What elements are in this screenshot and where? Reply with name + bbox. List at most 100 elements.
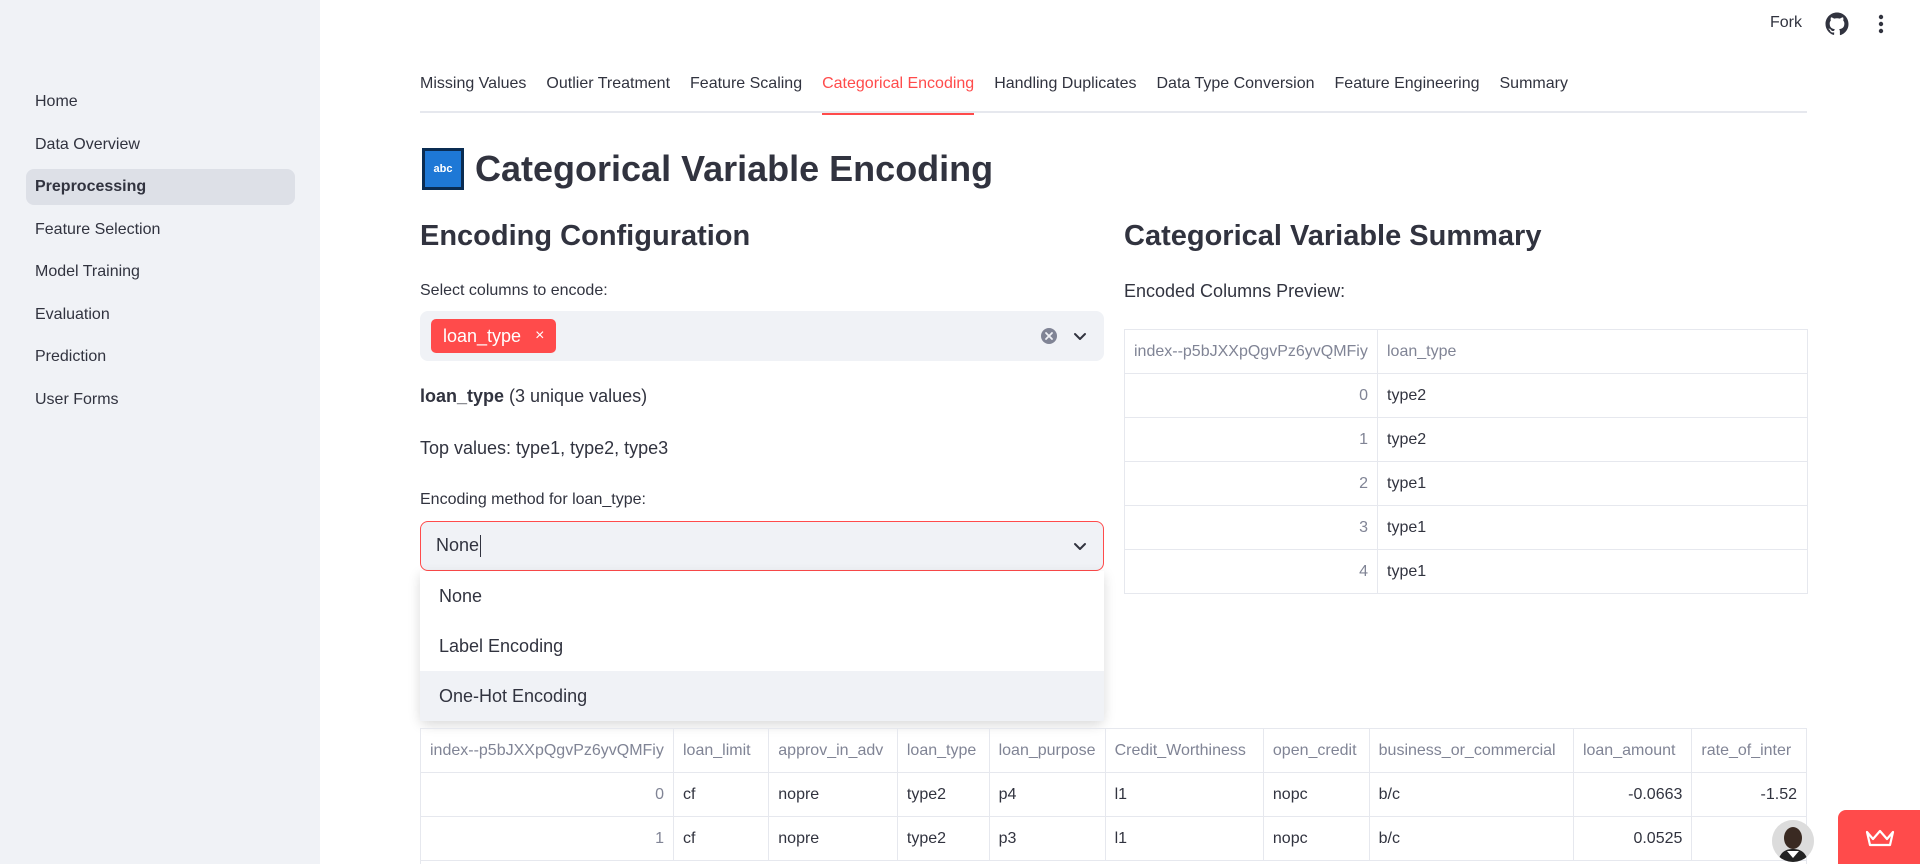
sidebar-item-evaluation[interactable]: Evaluation [26, 297, 295, 333]
encoding-method-select[interactable]: None [420, 521, 1104, 571]
page-title-row: abc Categorical Variable Encoding [422, 148, 993, 190]
column-name: loan_type [420, 386, 505, 406]
chip-label: loan_type [443, 325, 522, 346]
table-cell[interactable]: nopre [768, 772, 898, 817]
tab-categorical-encoding[interactable]: Categorical Encoding [822, 72, 975, 115]
sidebar-item-user-forms[interactable]: User Forms [26, 382, 295, 418]
column-header[interactable]: loan_purpose [988, 728, 1106, 773]
encoded-preview-label: Encoded Columns Preview: [1124, 281, 1346, 301]
table-cell[interactable]: type2 [896, 772, 990, 817]
option-one-hot-encoding[interactable]: One-Hot Encoding [420, 671, 1104, 721]
table-cell[interactable]: l1 [1104, 772, 1264, 817]
table-cell[interactable]: type2 [1377, 373, 1808, 418]
chevron-down-icon[interactable] [1070, 326, 1090, 346]
row-index: 1 [1124, 417, 1378, 462]
streamlit-crown-button[interactable] [1838, 810, 1920, 864]
table-cell[interactable]: cf [672, 772, 770, 817]
column-header[interactable]: approv_in_adv [768, 728, 898, 773]
chip-remove-icon[interactable]: × [535, 327, 544, 345]
table-cell[interactable]: b/c [1368, 772, 1574, 817]
table-cell[interactable]: -1.52 [1691, 772, 1807, 817]
table-cell[interactable]: -0.0663 [1572, 772, 1693, 817]
sidebar-item-data-overview[interactable]: Data Overview [26, 127, 295, 163]
table-cell[interactable]: b/c [1368, 816, 1574, 861]
option-none[interactable]: None [420, 571, 1104, 621]
data-table: index--p5bJXXpQgvPz6yvQMFiy loan_limit a… [420, 728, 1807, 864]
table-cell[interactable]: type2 [1377, 417, 1808, 462]
column-header[interactable]: index--p5bJXXpQgvPz6yvQMFiy [420, 728, 674, 773]
tab-handling-duplicates[interactable]: Handling Duplicates [994, 72, 1136, 113]
table-row: 2 type1 [1124, 461, 1808, 506]
sidebar-item-home[interactable]: Home [26, 84, 295, 120]
column-header[interactable]: business_or_commercial [1368, 728, 1574, 773]
table-cell[interactable]: p4 [988, 772, 1106, 817]
row-index: 0 [1124, 373, 1378, 418]
column-header[interactable]: loan_type [896, 728, 990, 773]
sidebar: Home Data Overview Preprocessing Feature… [0, 0, 320, 864]
row-index: 0 [420, 772, 674, 817]
encoded-preview-table: index--p5bJXXpQgvPz6yvQMFiy loan_type 0t… [1124, 329, 1808, 594]
column-header[interactable]: loan_type [1377, 329, 1808, 374]
unique-values-count: (3 unique values) [504, 386, 648, 406]
tab-missing-values[interactable]: Missing Values [420, 72, 526, 113]
column-header[interactable]: open_credit [1262, 728, 1370, 773]
page-title: Categorical Variable Encoding [475, 148, 994, 189]
avatar[interactable] [1772, 820, 1814, 862]
sidebar-item-model-training[interactable]: Model Training [26, 254, 295, 290]
row-index: 3 [1124, 505, 1378, 550]
table-row: 1 cf nopre type2 p3 l1 nopc b/c 0.0525 [420, 816, 1807, 861]
tab-data-type-conversion[interactable]: Data Type Conversion [1157, 72, 1315, 113]
sidebar-item-prediction[interactable]: Prediction [26, 339, 295, 375]
table-row: 4 type1 [1124, 549, 1808, 594]
select-columns-label: Select columns to encode: [420, 282, 608, 299]
row-index: 4 [1124, 549, 1378, 594]
sidebar-item-feature-selection[interactable]: Feature Selection [26, 212, 295, 248]
chevron-down-icon[interactable] [1070, 536, 1090, 556]
column-header[interactable]: loan_limit [672, 728, 770, 773]
table-cell[interactable]: nopre [768, 816, 898, 861]
table-cell[interactable]: 0.0525 [1572, 816, 1693, 861]
column-info: loan_type (3 unique values) [420, 386, 647, 407]
table-cell[interactable]: type1 [1377, 549, 1808, 594]
table-cell[interactable]: nopc [1262, 772, 1370, 817]
clear-all-icon[interactable] [1040, 327, 1058, 345]
table-cell[interactable]: type2 [896, 816, 990, 861]
selected-column-chip[interactable]: loan_type × [431, 319, 557, 353]
data-table-container[interactable]: index--p5bJXXpQgvPz6yvQMFiy loan_limit a… [420, 728, 1807, 864]
table-row: 1 type2 [1124, 417, 1808, 462]
table-cell[interactable]: l1 [1104, 816, 1264, 861]
table-cell[interactable]: p3 [988, 816, 1106, 861]
column-header[interactable]: loan_amount [1572, 728, 1693, 773]
encoding-method-dropdown: None Label Encoding One-Hot Encoding [420, 571, 1104, 721]
column-header[interactable]: rate_of_inter [1691, 728, 1807, 773]
table-row: 0 cf nopre type2 p4 l1 nopc b/c -0.0663 … [420, 772, 1807, 817]
abc-icon: abc [422, 148, 464, 190]
table-cell[interactable]: nopc [1262, 816, 1370, 861]
table-cell[interactable]: cf [672, 816, 770, 861]
crown-icon [1865, 829, 1895, 847]
person-icon [1772, 820, 1814, 862]
row-index: 1 [420, 816, 674, 861]
option-label-encoding[interactable]: Label Encoding [420, 621, 1104, 671]
kebab-menu-icon[interactable] [1871, 12, 1891, 36]
tab-bar: Missing Values Outlier Treatment Feature… [420, 72, 1807, 115]
row-index: 2 [1124, 461, 1378, 506]
sidebar-item-preprocessing[interactable]: Preprocessing [26, 169, 295, 205]
fork-button[interactable]: Fork [1770, 14, 1802, 32]
tab-feature-engineering[interactable]: Feature Engineering [1335, 72, 1480, 113]
table-row: 3 type1 [1124, 505, 1808, 550]
column-header[interactable]: index--p5bJXXpQgvPz6yvQMFiy [1124, 329, 1378, 374]
table-row: 0 type2 [1124, 373, 1808, 418]
top-values-text: Top values: type1, type2, type3 [420, 438, 669, 458]
table-cell[interactable]: type1 [1377, 505, 1808, 550]
columns-multiselect[interactable]: loan_type × [420, 311, 1104, 361]
table-cell[interactable]: type1 [1377, 461, 1808, 506]
tab-summary[interactable]: Summary [1500, 72, 1568, 113]
github-icon[interactable] [1825, 12, 1849, 36]
encoding-method-value[interactable]: None [436, 535, 482, 558]
column-header[interactable]: Credit_Worthiness [1104, 728, 1264, 773]
table-row [420, 860, 1807, 864]
tab-feature-scaling[interactable]: Feature Scaling [690, 72, 802, 113]
categorical-summary-heading: Categorical Variable Summary [1124, 220, 1542, 252]
tab-outlier-treatment[interactable]: Outlier Treatment [546, 72, 670, 113]
